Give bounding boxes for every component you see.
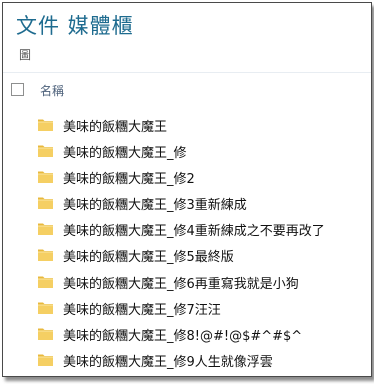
list-item[interactable]: 美味的飯糰大魔王_修6再重寫我就是小狗 bbox=[3, 269, 371, 295]
column-header-name[interactable]: 名稱 bbox=[40, 82, 64, 99]
list-item-label: 美味的飯糰大魔王_修5最終版 bbox=[63, 250, 234, 266]
list-item[interactable]: 美味的飯糰大魔王_修4重新練成之不要再改了 bbox=[3, 216, 371, 242]
list-item[interactable]: 美味的飯糰大魔王_修9人生就像浮雲 bbox=[3, 347, 371, 373]
explorer-window: 文件 媒體櫃 圖 名稱 美味的飯糰大魔王 美味的飯糰大魔王_修 美味的飯糰大魔王… bbox=[2, 2, 372, 377]
file-list: 美味的飯糰大魔王 美味的飯糰大魔王_修 美味的飯糰大魔王_修2 美味的飯糰大魔王… bbox=[3, 112, 371, 373]
list-item-label: 美味的飯糰大魔王 bbox=[63, 120, 168, 135]
list-item-label: 美味的飯糰大魔王_修2 bbox=[63, 172, 195, 188]
list-item[interactable]: 美味的飯糰大魔王_修7汪汪 bbox=[3, 295, 371, 321]
list-item-label: 美味的飯糰大魔王_修8!@#!@$#^#$^ bbox=[63, 328, 303, 344]
folder-icon bbox=[38, 354, 53, 366]
folder-icon bbox=[38, 119, 53, 131]
list-item-label: 美味的飯糰大魔王_修9人生就像浮雲 bbox=[63, 354, 273, 370]
list-item[interactable]: 美味的飯糰大魔王_修5最終版 bbox=[3, 242, 371, 268]
list-item-label: 美味的飯糰大魔王_修6再重寫我就是小狗 bbox=[63, 276, 299, 292]
list-item[interactable]: 美味的飯糰大魔王_修3重新練成 bbox=[3, 190, 371, 216]
list-item-label: 美味的飯糰大魔王_修4重新練成之不要再改了 bbox=[63, 224, 325, 240]
header-divider bbox=[3, 72, 371, 73]
folder-icon bbox=[38, 223, 53, 236]
list-item[interactable]: 美味的飯糰大魔王 bbox=[3, 112, 371, 138]
folder-icon bbox=[38, 249, 53, 262]
column-header: 名稱 bbox=[3, 75, 371, 105]
list-item-label: 美味的飯糰大魔王_修 bbox=[63, 146, 187, 162]
folder-icon bbox=[38, 302, 53, 314]
folder-icon bbox=[38, 145, 53, 158]
library-subtitle: 圖 bbox=[19, 48, 32, 62]
list-item-label: 美味的飯糰大魔王_修3重新練成 bbox=[63, 198, 247, 214]
list-item-label: 美味的飯糰大魔王_修7汪汪 bbox=[63, 302, 221, 318]
list-item[interactable]: 美味的飯糰大魔王_修8!@#!@$#^#$^ bbox=[3, 321, 371, 347]
folder-icon bbox=[38, 328, 53, 340]
select-all-checkbox[interactable] bbox=[11, 83, 24, 96]
library-title: 文件 媒體櫃 bbox=[16, 14, 134, 38]
folder-icon bbox=[38, 171, 53, 184]
folder-icon bbox=[38, 276, 53, 288]
list-item[interactable]: 美味的飯糰大魔王_修2 bbox=[3, 164, 371, 190]
list-item[interactable]: 美味的飯糰大魔王_修 bbox=[3, 138, 371, 164]
folder-icon bbox=[38, 197, 53, 210]
